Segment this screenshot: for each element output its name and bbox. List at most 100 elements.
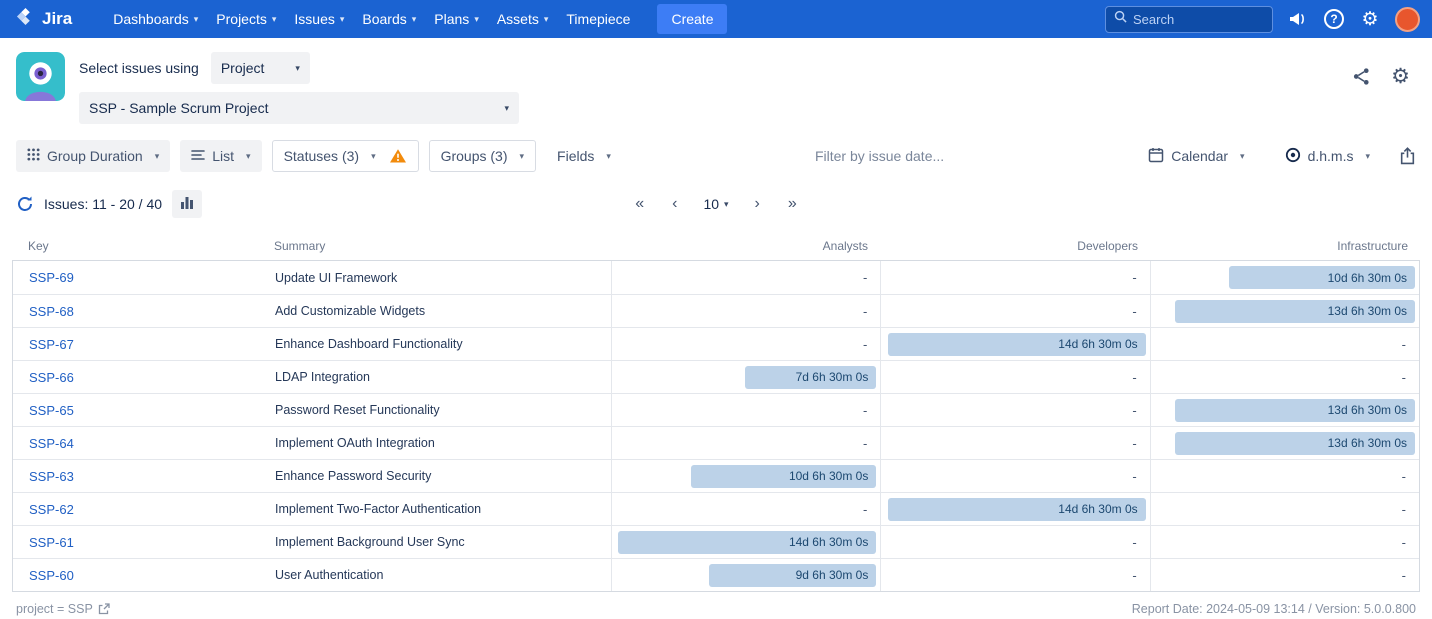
view-type-button[interactable]: List ▾ — [180, 140, 261, 172]
external-link-icon[interactable] — [98, 603, 110, 615]
last-page-button[interactable]: » — [778, 191, 807, 217]
issue-key-link[interactable]: SSP-68 — [29, 304, 74, 319]
share-icon[interactable] — [1352, 67, 1371, 86]
next-page-button[interactable]: › — [745, 191, 770, 217]
groups-filter-button[interactable]: Groups (3) ▾ — [429, 140, 536, 172]
issue-key-cell: SSP-63 — [13, 460, 263, 492]
announcements-icon[interactable] — [1287, 8, 1309, 30]
settings-icon[interactable]: ⚙ — [1359, 8, 1381, 30]
project-dropdown[interactable]: SSP - Sample Scrum Project ▾ — [79, 92, 519, 124]
chevron-down-icon: ▾ — [520, 151, 525, 162]
fields-button[interactable]: Fields ▾ — [546, 140, 622, 172]
refresh-icon[interactable] — [16, 195, 34, 213]
analysts-duration-cell: - — [611, 261, 880, 294]
issue-key-link[interactable]: SSP-67 — [29, 337, 74, 352]
jira-logo[interactable]: Jira — [12, 7, 72, 31]
duration-bar: 14d 6h 30m 0s — [888, 333, 1146, 356]
developers-duration-cell: 14d 6h 30m 0s — [880, 328, 1149, 360]
developers-duration-cell: - — [880, 526, 1149, 558]
developers-duration-cell: 14d 6h 30m 0s — [880, 493, 1149, 525]
issue-summary: Add Customizable Widgets — [263, 295, 611, 327]
developers-duration-cell: - — [880, 261, 1149, 294]
search-box[interactable] — [1105, 6, 1273, 33]
nav-item-timepiece[interactable]: Timepiece — [557, 3, 639, 35]
issue-key-link[interactable]: SSP-60 — [29, 568, 74, 583]
issue-key-link[interactable]: SSP-62 — [29, 502, 74, 517]
nav-menu: Dashboards▾Projects▾Issues▾Boards▾Plans▾… — [104, 3, 639, 35]
nav-item-plans[interactable]: Plans▾ — [425, 3, 488, 35]
issue-key-link[interactable]: SSP-69 — [29, 270, 74, 285]
nav-item-projects[interactable]: Projects▾ — [207, 3, 285, 35]
help-icon[interactable]: ? — [1323, 8, 1345, 30]
nav-item-issues[interactable]: Issues▾ — [285, 3, 353, 35]
page-size-dropdown[interactable]: 10 ▾ — [695, 192, 736, 216]
nav-item-dashboards[interactable]: Dashboards▾ — [104, 3, 207, 35]
report-settings-icon[interactable]: ⚙ — [1391, 66, 1410, 87]
export-icon[interactable] — [1399, 147, 1416, 165]
duration-bar: 13d 6h 30m 0s — [1175, 300, 1415, 323]
nav-item-assets[interactable]: Assets▾ — [488, 3, 558, 35]
issue-key-cell: SSP-67 — [13, 328, 263, 360]
issue-key-cell: SSP-64 — [13, 427, 263, 459]
developers-duration-cell: - — [880, 295, 1149, 327]
issue-key-cell: SSP-61 — [13, 526, 263, 558]
app-header: Select issues using Project ▾ SSP - Samp… — [0, 38, 1432, 134]
time-format-button[interactable]: d.h.m.s ▾ — [1274, 140, 1381, 172]
brand-name: Jira — [42, 9, 72, 29]
user-avatar[interactable] — [1395, 7, 1420, 32]
issue-summary: Password Reset Functionality — [263, 394, 611, 426]
empty-duration: - — [1132, 436, 1145, 451]
issue-summary: User Authentication — [263, 559, 611, 591]
issue-key-link[interactable]: SSP-63 — [29, 469, 74, 484]
create-button[interactable]: Create — [657, 4, 727, 34]
first-page-button[interactable]: « — [625, 191, 654, 217]
chevron-down-icon: ▾ — [155, 151, 160, 162]
duration-bar: 9d 6h 30m 0s — [709, 564, 877, 587]
issue-key-cell: SSP-65 — [13, 394, 263, 426]
analysts-duration-cell: - — [611, 328, 880, 360]
table-row: SSP-62Implement Two-Factor Authenticatio… — [13, 492, 1419, 525]
search-input[interactable] — [1133, 12, 1264, 27]
developers-duration-cell: - — [880, 361, 1149, 393]
table-row: SSP-61Implement Background User Sync14d … — [13, 525, 1419, 558]
chevron-down-icon: ▾ — [246, 151, 251, 162]
infrastructure-duration-cell: - — [1150, 559, 1419, 591]
prev-page-button[interactable]: ‹ — [662, 191, 687, 217]
duration-bar: 13d 6h 30m 0s — [1175, 399, 1415, 422]
empty-duration: - — [863, 337, 876, 352]
issue-key-cell: SSP-62 — [13, 493, 263, 525]
duration-format-icon — [1285, 147, 1301, 166]
issue-key-link[interactable]: SSP-65 — [29, 403, 74, 418]
issue-key-link[interactable]: SSP-61 — [29, 535, 74, 550]
chart-view-button[interactable] — [172, 190, 202, 218]
issue-key-link[interactable]: SSP-64 — [29, 436, 74, 451]
issue-date-filter-input[interactable]: Filter by issue date... — [632, 148, 1127, 164]
issue-key-cell: SSP-68 — [13, 295, 263, 327]
select-mode-dropdown[interactable]: Project ▾ — [211, 52, 310, 84]
empty-duration: - — [1402, 337, 1415, 352]
report-toolbar: Group Duration ▾ List ▾ Statuses (3) ▾ G… — [0, 134, 1432, 182]
chevron-down-icon: ▾ — [272, 14, 277, 25]
analysts-duration-cell: - — [611, 394, 880, 426]
infrastructure-duration-cell: - — [1150, 526, 1419, 558]
empty-duration: - — [1402, 469, 1415, 484]
statuses-filter-button[interactable]: Statuses (3) ▾ — [272, 140, 419, 172]
chevron-down-icon: ▾ — [724, 199, 729, 210]
issue-key-link[interactable]: SSP-66 — [29, 370, 74, 385]
chevron-down-icon: ▾ — [295, 63, 300, 74]
issue-summary: Implement Background User Sync — [263, 526, 611, 558]
table-body: SSP-69Update UI Framework--10d 6h 30m 0s… — [12, 260, 1420, 592]
issue-summary: Enhance Password Security — [263, 460, 611, 492]
table-row: SSP-65Password Reset Functionality--13d … — [13, 393, 1419, 426]
empty-duration: - — [1132, 403, 1145, 418]
column-header-summary: Summary — [262, 230, 610, 260]
developers-duration-cell: - — [880, 460, 1149, 492]
nav-item-boards[interactable]: Boards▾ — [353, 3, 425, 35]
analysts-duration-cell: 7d 6h 30m 0s — [611, 361, 880, 393]
chevron-down-icon: ▾ — [1240, 151, 1245, 162]
empty-duration: - — [863, 270, 876, 285]
analysts-duration-cell: - — [611, 427, 880, 459]
calendar-button[interactable]: Calendar ▾ — [1137, 140, 1255, 172]
jira-logo-icon — [16, 7, 35, 31]
group-duration-button[interactable]: Group Duration ▾ — [16, 140, 170, 172]
